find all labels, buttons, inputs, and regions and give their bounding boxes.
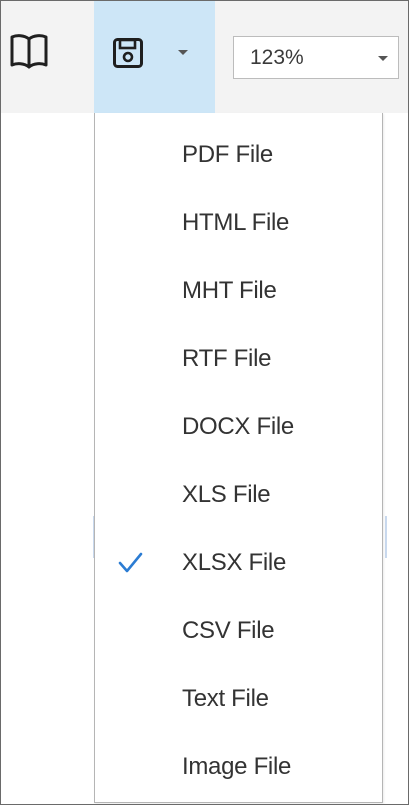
menu-item-mht[interactable]: MHT File [95, 263, 382, 319]
save-as-dropdown-button[interactable] [94, 1, 215, 113]
export-format-menu: PDF File HTML File MHT File RTF File DOC… [94, 113, 383, 803]
menu-item-rtf[interactable]: RTF File [95, 331, 382, 387]
menu-item-xls[interactable]: XLS File [95, 467, 382, 523]
menu-item-label: HTML File [182, 209, 290, 236]
menu-item-label: PDF File [182, 141, 273, 168]
menu-item-label: Text File [182, 685, 269, 712]
floppy-disk-icon [113, 38, 143, 68]
open-book-icon [10, 34, 48, 69]
menu-item-image[interactable]: Image File [95, 739, 382, 795]
app-window: 123% PDF File HTML File MHT File RTF Fil… [0, 0, 409, 805]
menu-item-label: DOCX File [182, 413, 294, 440]
document-edge-mark [385, 516, 387, 558]
menu-item-text[interactable]: Text File [95, 671, 382, 727]
zoom-select[interactable]: 123% [233, 36, 399, 79]
menu-item-label: CSV File [182, 617, 275, 644]
menu-item-label: XLS File [182, 481, 271, 508]
menu-item-html[interactable]: HTML File [95, 195, 382, 251]
menu-item-csv[interactable]: CSV File [95, 603, 382, 659]
menu-item-label: Image File [182, 753, 292, 780]
menu-item-label: XLSX File [182, 549, 287, 576]
caret-down-icon [178, 50, 188, 55]
open-book-button[interactable] [3, 29, 55, 73]
caret-down-icon [378, 56, 388, 61]
menu-item-label: RTF File [182, 345, 272, 372]
toolbar: 123% [1, 1, 408, 113]
zoom-value: 123% [250, 46, 304, 69]
menu-item-pdf[interactable]: PDF File [95, 127, 382, 183]
menu-item-xlsx[interactable]: XLSX File [95, 535, 382, 591]
menu-item-docx[interactable]: DOCX File [95, 399, 382, 455]
checkmark-icon [118, 552, 143, 573]
menu-item-label: MHT File [182, 277, 277, 304]
